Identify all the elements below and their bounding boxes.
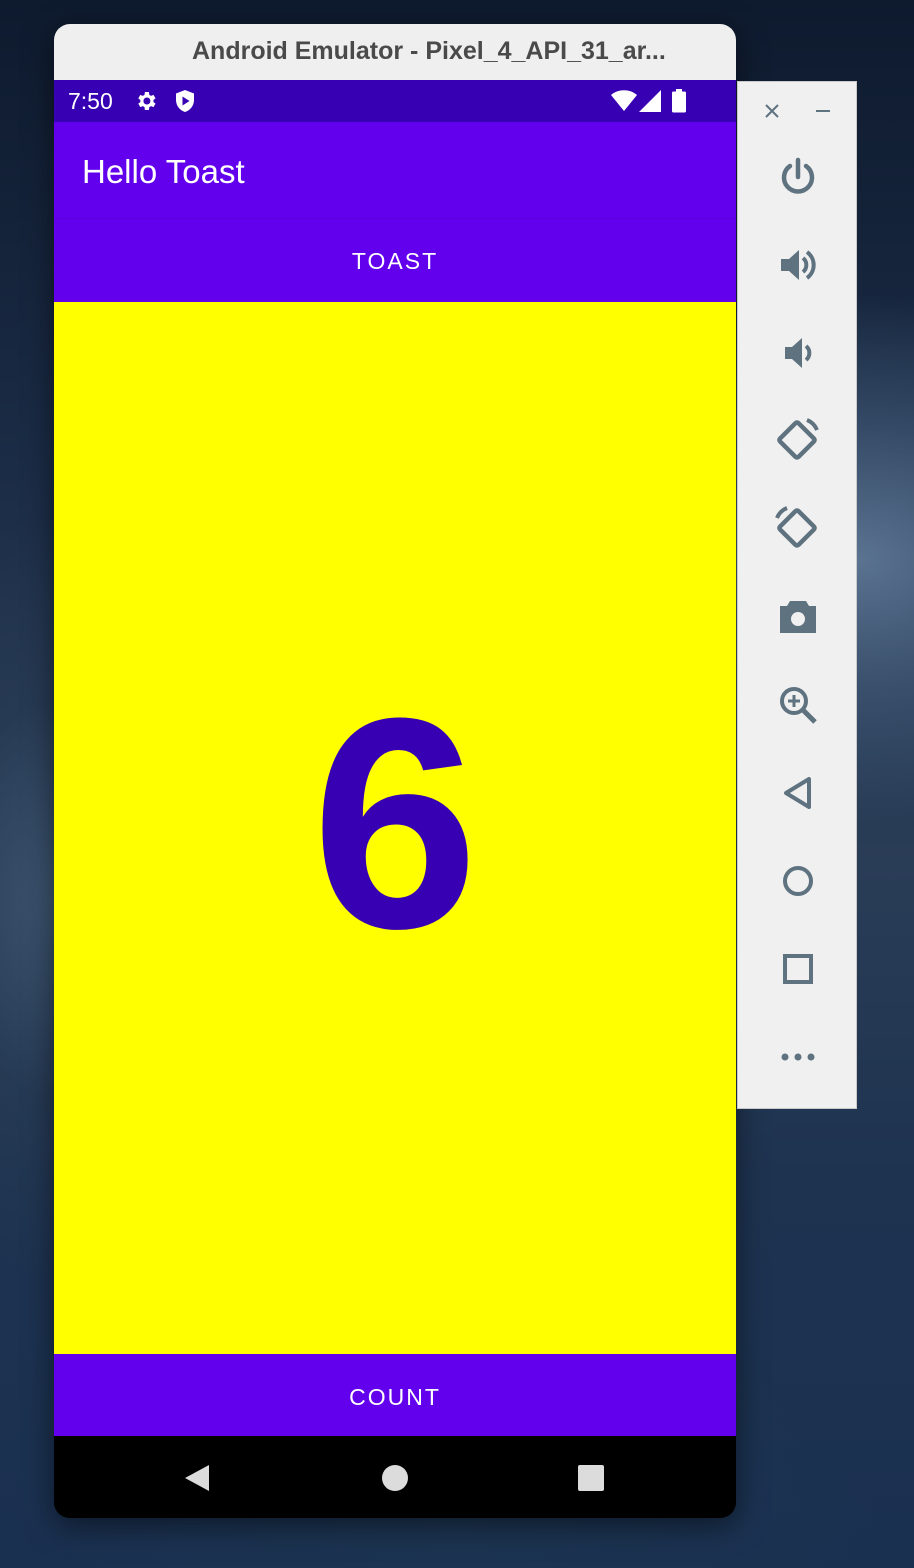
close-icon[interactable] bbox=[761, 100, 783, 122]
app-title: Hello Toast bbox=[82, 153, 245, 190]
toast-button[interactable]: TOAST bbox=[54, 218, 736, 304]
volume-up-icon[interactable] bbox=[772, 239, 824, 291]
battery-icon bbox=[671, 89, 687, 118]
power-icon[interactable] bbox=[772, 151, 824, 203]
more-icon[interactable] bbox=[772, 1031, 824, 1083]
gear-icon bbox=[134, 89, 158, 118]
shield-icon bbox=[174, 89, 196, 118]
navigation-bar bbox=[54, 1436, 736, 1518]
wifi-icon bbox=[611, 90, 637, 117]
signal-icon bbox=[639, 90, 661, 117]
count-display: 6 bbox=[54, 302, 736, 1354]
count-value: 6 bbox=[311, 655, 479, 991]
phone-screen: 7:50 Hello Toast TOAST 6 COUNT bbox=[54, 80, 736, 1518]
emulator-window: Android Emulator - Pixel_4_API_31_ar... … bbox=[54, 24, 736, 1518]
home-icon[interactable] bbox=[772, 855, 824, 907]
camera-icon[interactable] bbox=[772, 591, 824, 643]
status-bar: 7:50 bbox=[54, 80, 736, 122]
minimize-icon[interactable] bbox=[812, 100, 834, 122]
status-time: 7:50 bbox=[68, 88, 113, 114]
zoom-icon[interactable] bbox=[772, 679, 824, 731]
emulator-side-toolbar bbox=[737, 81, 857, 1109]
window-title: Android Emulator - Pixel_4_API_31_ar... bbox=[192, 37, 666, 65]
back-icon[interactable] bbox=[772, 767, 824, 819]
back-icon[interactable] bbox=[183, 1463, 211, 1498]
app-bar: Hello Toast bbox=[54, 122, 736, 218]
volume-down-icon[interactable] bbox=[772, 327, 824, 379]
window-title-bar[interactable]: Android Emulator - Pixel_4_API_31_ar... bbox=[54, 24, 736, 81]
count-button[interactable]: COUNT bbox=[54, 1354, 736, 1436]
home-icon[interactable] bbox=[381, 1463, 409, 1498]
recents-icon[interactable] bbox=[577, 1463, 605, 1498]
overview-icon[interactable] bbox=[772, 943, 824, 995]
rotate-right-icon[interactable] bbox=[772, 503, 824, 555]
rotate-left-icon[interactable] bbox=[772, 415, 824, 467]
